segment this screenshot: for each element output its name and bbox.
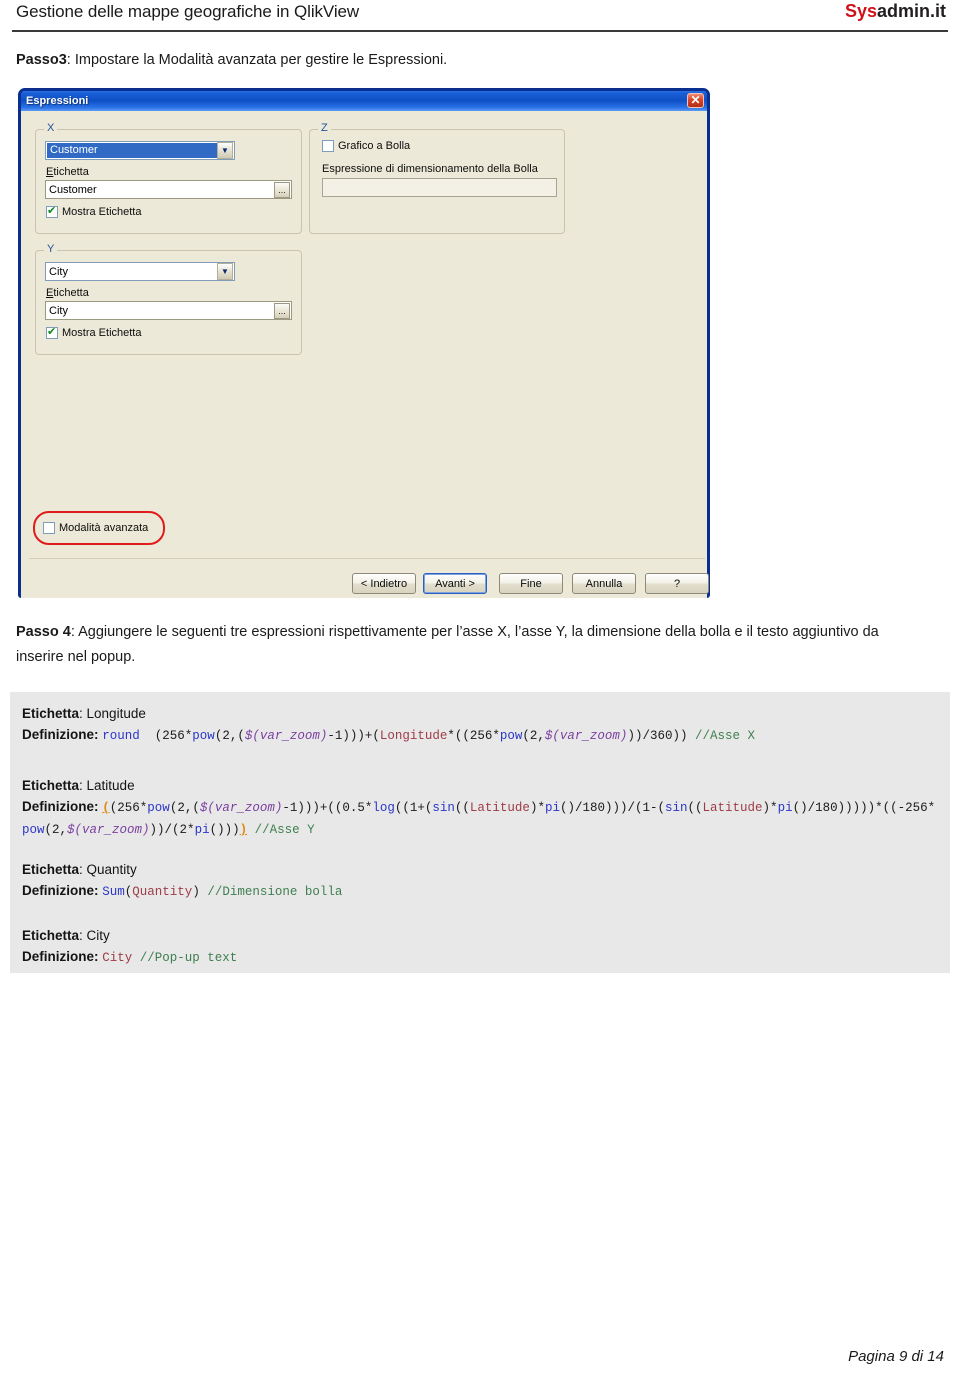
code-entry-longitude: Etichetta: Longitude Definizione: round … — [22, 704, 940, 747]
definizione-line-city: Definizione: City //Pop-up text — [22, 946, 940, 969]
back-button-label: < Indietro — [360, 577, 408, 590]
etichetta-prefix: Etichetta — [22, 928, 80, 943]
checkbox-unchecked-icon — [43, 522, 55, 534]
page-footer: Pagina 9 di 14 — [848, 1348, 944, 1365]
definizione-prefix: Definizione — [22, 727, 95, 742]
y-dimension-value: City — [49, 265, 68, 278]
y-show-label-checkbox[interactable]: Mostra Etichetta — [46, 325, 142, 339]
definizione-prefix: Definizione — [22, 883, 95, 898]
bubble-chart-label: Grafico a Bolla — [338, 140, 411, 152]
next-button-label: Avanti > — [435, 577, 475, 590]
advanced-mode-label: Modalità avanzata — [59, 522, 149, 534]
y-label-caption: Etichetta — [46, 287, 89, 299]
passo3-instruction: Passo3: Impostare la Modalità avanzata p… — [16, 50, 916, 70]
finish-button-label: Fine — [520, 577, 542, 590]
ellipsis-icon[interactable]: ... — [274, 302, 290, 319]
brand-suffix: admin.it — [876, 1, 946, 21]
passo4-text: : Aggiungere le seguenti tre espressioni… — [16, 624, 879, 665]
group-z-legend: Z — [318, 122, 331, 134]
document-header-title: Gestione delle mappe geografiche in Qlik… — [16, 2, 360, 21]
next-button[interactable]: Avanti > — [423, 573, 487, 594]
expressions-dialog: Espressioni ✕ X Customer ▼ Etichetta Cus… — [18, 88, 710, 598]
brand-prefix: Sys — [844, 1, 877, 21]
x-label-textbox[interactable]: Customer ... — [45, 180, 292, 199]
x-dimension-combo[interactable]: Customer ▼ — [45, 141, 235, 160]
group-x: X Customer ▼ Etichetta Customer ... Most… — [35, 122, 302, 234]
header-divider — [12, 30, 948, 32]
etichetta-value-quantity: Quantity — [86, 862, 137, 877]
etichetta-prefix: Etichetta — [22, 862, 80, 877]
x-dimension-value: Customer — [47, 143, 217, 158]
help-button-label: ? — [673, 577, 681, 590]
chevron-down-icon[interactable]: ▼ — [217, 263, 233, 280]
definizione-line-quantity: Definizione: Sum(Quantity) //Dimensione … — [22, 880, 940, 903]
bubble-size-textbox[interactable] — [322, 178, 557, 197]
definizione-line-latitude: Definizione: ((256*pow(2,($(var_zoom)-1)… — [22, 796, 940, 841]
etichetta-value-city: City — [86, 928, 110, 943]
passo3-label: Passo3 — [16, 52, 67, 68]
bubble-size-caption: Espressione di dimensionamento della Bol… — [322, 163, 538, 175]
dialog-separator — [29, 558, 705, 559]
etichetta-prefix: Etichetta — [22, 778, 80, 793]
advanced-mode-checkbox[interactable]: Modalità avanzata — [43, 522, 148, 534]
y-show-label-text: Mostra Etichetta — [62, 327, 142, 339]
group-y-legend: Y — [44, 243, 58, 255]
definizione-code-quantity: Sum(Quantity) //Dimensione bolla — [102, 885, 343, 899]
group-z: Z Grafico a Bolla Espressione di dimensi… — [309, 122, 565, 234]
definizione-code-city: City //Pop-up text — [102, 951, 238, 965]
code-entry-quantity: Etichetta: Quantity Definizione: Sum(Qua… — [22, 860, 940, 903]
etichetta-prefix: Etichetta — [22, 706, 80, 721]
definizione-prefix: Definizione — [22, 949, 95, 964]
ellipsis-icon[interactable]: ... — [274, 181, 290, 198]
etichetta-value-latitude: Latitude — [86, 778, 135, 793]
definizione-code-latitude: ((256*pow(2,($(var_zoom)-1)))+((0.5*log(… — [22, 801, 936, 837]
code-entry-city: Etichetta: City Definizione: City //Pop-… — [22, 926, 940, 969]
dialog-body: X Customer ▼ Etichetta Customer ... Most… — [21, 111, 709, 598]
finish-button[interactable]: Fine — [499, 573, 563, 594]
definizione-prefix: Definizione — [22, 799, 95, 814]
close-icon[interactable]: ✕ — [687, 92, 704, 108]
dialog-title: Espressioni — [26, 95, 89, 107]
etichetta-colon: : — [79, 928, 87, 943]
sysadmin-logo: Sysadmin.it — [845, 1, 946, 22]
checkbox-checked-icon — [46, 325, 58, 339]
definizione-line-longitude: Definizione: round (256*pow(2,($(var_zoo… — [22, 724, 940, 747]
etichetta-line-latitude: Etichetta: Latitude — [22, 776, 940, 796]
passo4-instruction: Passo 4: Aggiungere le seguenti tre espr… — [16, 620, 926, 670]
group-x-legend: X — [44, 122, 58, 134]
document-header: Gestione delle mappe geografiche in Qlik… — [0, 0, 960, 36]
etichetta-colon: : — [79, 778, 87, 793]
x-show-label-checkbox[interactable]: Mostra Etichetta — [46, 204, 142, 218]
expressions-code-block: Etichetta: Longitude Definizione: round … — [10, 692, 950, 973]
etichetta-colon: : — [79, 706, 87, 721]
group-y: Y City ▼ Etichetta City ... Mostra Etich… — [35, 243, 302, 355]
passo3-text: : Impostare la Modalità avanzata per ges… — [66, 52, 448, 68]
y-label-value: City — [49, 304, 68, 317]
dialog-titlebar[interactable]: Espressioni ✕ — [21, 91, 707, 111]
etichetta-value-longitude: Longitude — [86, 706, 146, 721]
chevron-down-icon[interactable]: ▼ — [217, 142, 233, 159]
bubble-chart-checkbox[interactable]: Grafico a Bolla — [322, 140, 410, 152]
back-button[interactable]: < Indietro — [352, 573, 416, 594]
x-label-caption: Etichetta — [46, 166, 89, 178]
y-label-textbox[interactable]: City ... — [45, 301, 292, 320]
cancel-button-label: Annulla — [585, 577, 623, 590]
etichetta-line-quantity: Etichetta: Quantity — [22, 860, 940, 880]
cancel-button[interactable]: Annulla — [572, 573, 636, 594]
passo4-label: Passo 4 — [16, 624, 71, 640]
code-entry-latitude: Etichetta: Latitude Definizione: ((256*p… — [22, 776, 940, 841]
help-button[interactable]: ? — [645, 573, 709, 594]
x-show-label-text: Mostra Etichetta — [62, 206, 142, 218]
x-label-value: Customer — [49, 183, 97, 196]
y-dimension-combo[interactable]: City ▼ — [45, 262, 235, 281]
etichetta-line-city: Etichetta: City — [22, 926, 940, 946]
etichetta-line-longitude: Etichetta: Longitude — [22, 704, 940, 724]
checkbox-checked-icon — [46, 204, 58, 218]
definizione-code-longitude: round (256*pow(2,($(var_zoom)-1)))+(Long… — [102, 729, 755, 743]
etichetta-colon: : — [79, 862, 87, 877]
checkbox-unchecked-icon — [322, 140, 334, 152]
